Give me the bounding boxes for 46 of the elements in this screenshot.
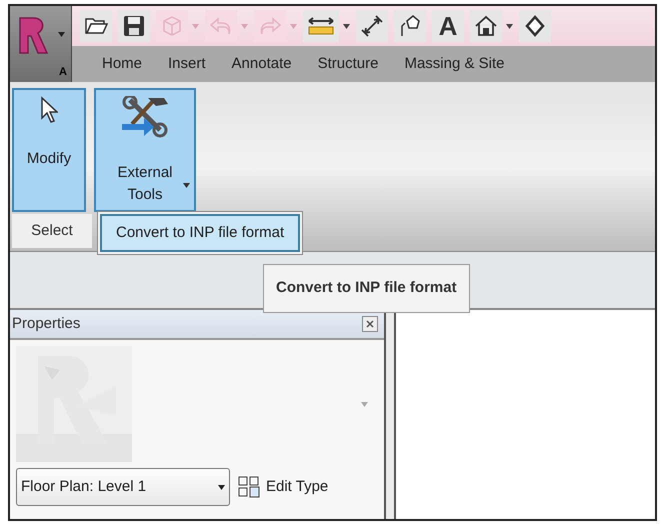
toolbar-button[interactable] bbox=[394, 10, 426, 42]
close-button[interactable] bbox=[362, 316, 378, 332]
ribbon-tab[interactable]: Massing & Site bbox=[404, 52, 504, 76]
dimension-icon bbox=[360, 14, 384, 38]
panel-title: Properties bbox=[12, 314, 80, 334]
ribbon-button[interactable]: Modify bbox=[12, 88, 86, 212]
caret-icon bbox=[183, 183, 190, 188]
toolbar-button[interactable] bbox=[303, 10, 339, 42]
caret-icon bbox=[506, 24, 513, 28]
folder-icon bbox=[84, 16, 108, 36]
ribbon-tab[interactable]: Annotate bbox=[232, 52, 292, 76]
ribbon-tab[interactable]: Structure bbox=[318, 52, 378, 76]
app-button-label: A bbox=[59, 67, 67, 78]
caret-icon bbox=[290, 24, 297, 28]
ribbon-tab[interactable]: Home bbox=[102, 52, 142, 76]
close-icon bbox=[366, 320, 374, 328]
edit-type-button[interactable]: Edit Type bbox=[238, 476, 328, 498]
tooltip: Convert to INP file format bbox=[263, 264, 470, 312]
caret-icon bbox=[58, 32, 65, 37]
panel-label: Select bbox=[31, 220, 73, 241]
measure-icon bbox=[307, 15, 335, 37]
toolbar-button[interactable] bbox=[356, 10, 388, 42]
save-icon bbox=[123, 15, 145, 37]
type-selector-dropdown[interactable]: Floor Plan: Level 1 bbox=[16, 468, 230, 506]
shape-icon bbox=[525, 15, 545, 37]
app-menu-button[interactable]: A bbox=[10, 6, 72, 82]
caret-icon bbox=[361, 402, 368, 406]
splitter-bar[interactable] bbox=[386, 310, 396, 519]
toolbar-button[interactable] bbox=[470, 10, 502, 42]
cube-icon bbox=[161, 15, 183, 37]
menu-item[interactable]: Convert to INP file format bbox=[100, 214, 300, 252]
ribbon-button[interactable]: External Tools bbox=[94, 88, 196, 212]
house-icon bbox=[474, 15, 498, 37]
caret-icon bbox=[218, 484, 225, 490]
undo-icon bbox=[209, 16, 233, 36]
caret-icon bbox=[241, 24, 248, 28]
redo-icon bbox=[258, 16, 282, 36]
toolbar-button[interactable] bbox=[118, 10, 150, 42]
toolbar-button[interactable] bbox=[519, 10, 551, 42]
caret-icon bbox=[192, 24, 199, 28]
toolbar-button[interactable]: A bbox=[432, 10, 464, 42]
caret-icon bbox=[343, 24, 350, 28]
edit-type-icon bbox=[238, 476, 260, 498]
cursor-icon bbox=[40, 96, 58, 124]
ribbon-tab[interactable]: Insert bbox=[168, 52, 206, 76]
toolbar-button[interactable] bbox=[80, 10, 112, 42]
